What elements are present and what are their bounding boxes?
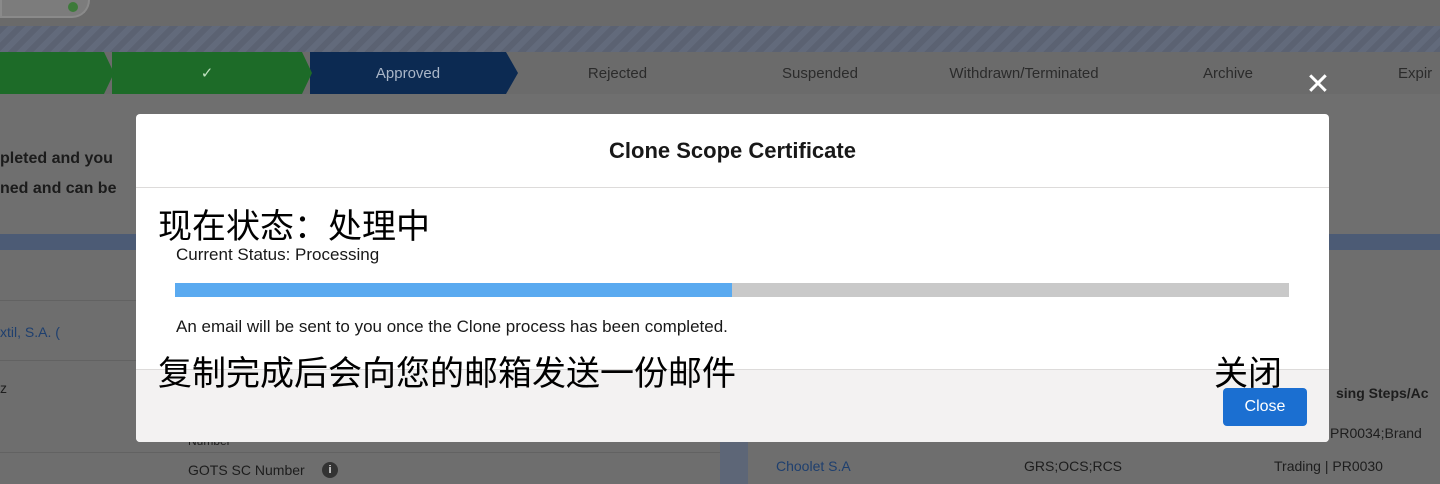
annotation-status: 现在状态：处理中 (158, 207, 430, 247)
field-value: z (0, 380, 7, 396)
path-chevron (302, 52, 312, 94)
company-link[interactable]: Choolet S.A (776, 458, 851, 474)
status-path: ✓ Approved Rejected Suspended Withdrawn/… (0, 52, 1440, 94)
modal-title: Clone Scope Certificate (609, 137, 856, 163)
app-header (0, 0, 1440, 26)
path-stage-label: Rejected (587, 64, 648, 82)
clone-modal: Clone Scope Certificate 现在状态：处理中 Current… (136, 114, 1329, 442)
path-stage-suspended[interactable]: Suspended (722, 52, 918, 94)
annotation-email-notice: 复制完成后会向您的邮箱发送一份邮件 (158, 354, 736, 394)
path-stage-completed[interactable] (0, 52, 104, 94)
close-button[interactable]: Close (1223, 388, 1307, 426)
side-message-line1: pleted and you (0, 150, 113, 167)
close-icon[interactable]: ✕ (1303, 70, 1333, 100)
path-stage-expired[interactable]: Expir (1334, 52, 1440, 94)
info-icon[interactable]: i (322, 462, 338, 478)
table-cell: Trading | PR0030 (1274, 458, 1383, 474)
path-stage-label: Suspended (782, 64, 858, 82)
path-chevron (506, 52, 518, 94)
path-stage-approved[interactable]: Approved (310, 52, 506, 94)
path-stage-rejected[interactable]: Rejected (520, 52, 715, 94)
side-message-line2: ned and can be (0, 180, 117, 197)
path-stage-label: Withdrawn/Terminated (949, 64, 1099, 82)
path-chevron (104, 52, 114, 94)
progress-bar (175, 283, 1289, 297)
path-stage-withdrawn[interactable]: Withdrawn/Terminated (924, 52, 1124, 94)
check-icon: ✓ (200, 65, 214, 82)
path-stage-label: Expir (1398, 64, 1433, 82)
divider (0, 452, 720, 453)
path-stage-archive[interactable]: Archive (1130, 52, 1326, 94)
modal-body: 现在状态：处理中 Current Status: Processing An e… (136, 189, 1329, 369)
table-header: sing Steps/Ac (1336, 385, 1429, 401)
current-status: Current Status: Processing (176, 245, 380, 264)
table-cell: GRS;OCS;RCS (1024, 458, 1123, 474)
banner-pattern (0, 26, 1440, 52)
email-notice: An email will be sent to you once the Cl… (176, 317, 728, 336)
table-cell: PR0034;Brand (1330, 425, 1422, 441)
path-stage-label: Approved (375, 64, 441, 82)
path-stage-label: Archive (1202, 64, 1254, 82)
progress-fill (175, 283, 732, 297)
status-dot-icon (68, 2, 78, 12)
account-link[interactable]: xtil, S.A. ( (0, 324, 60, 340)
modal-header: Clone Scope Certificate (136, 114, 1329, 188)
gots-sc-number-label: GOTS SC Number (188, 462, 305, 478)
path-stage-completed-check[interactable]: ✓ (112, 52, 302, 94)
